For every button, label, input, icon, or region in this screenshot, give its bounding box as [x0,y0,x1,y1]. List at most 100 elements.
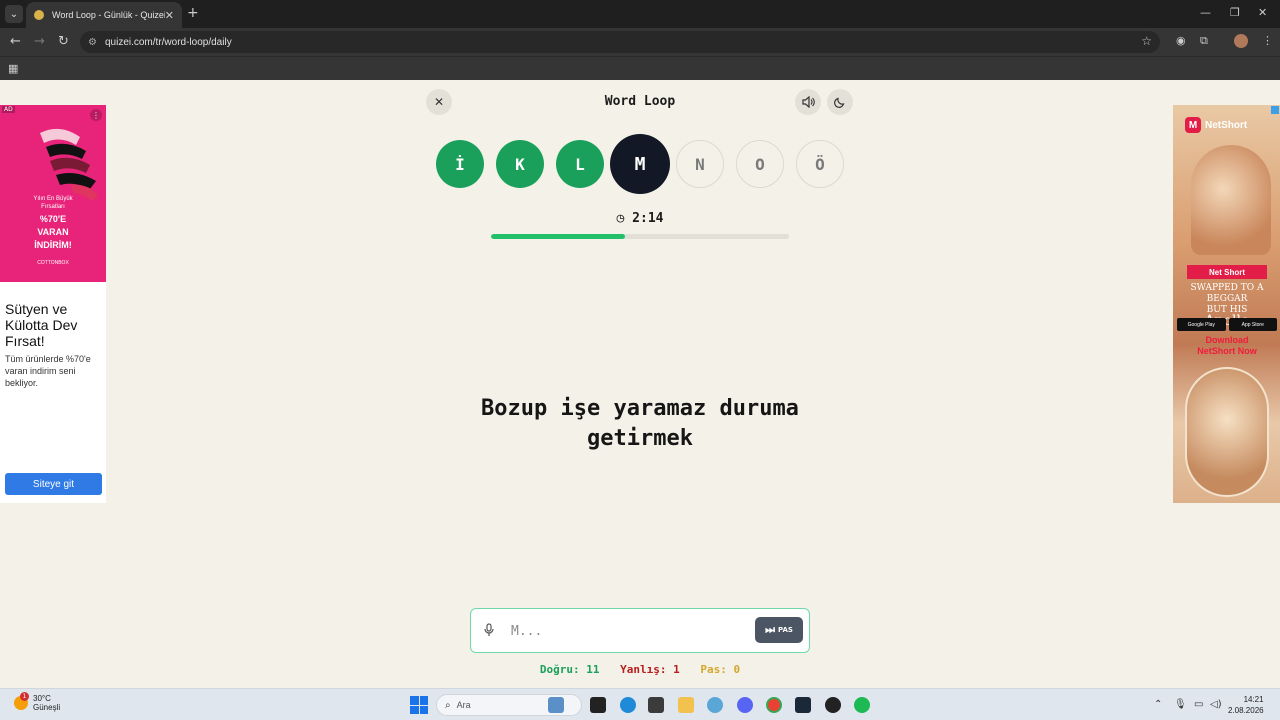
promo-line: Yılın En Büyük [33,196,73,202]
system-clock[interactable]: 14:21 2.08.2026 [1228,694,1264,716]
weather-badge: 1 [20,692,29,701]
search-icon: ⌕ [445,699,451,711]
minimize-icon[interactable]: — [1200,6,1211,19]
steam-icon[interactable] [795,697,811,713]
ad-options-icon[interactable]: ⋮ [90,109,102,121]
forward-icon[interactable]: → [34,34,45,49]
store-icon[interactable] [648,697,664,713]
tab-close-icon[interactable]: ✕ [165,9,174,22]
netshort-brand: NetShort [1205,119,1248,131]
weather-widget[interactable]: 1 30°C Güneşli [14,692,61,712]
wrong-count: Yanlış: 1 [620,663,680,676]
reload-icon[interactable]: ↻ [58,34,69,49]
file-explorer-icon[interactable] [678,697,694,713]
ad-badge: AD [2,106,15,113]
app-store-badge[interactable]: App Store [1228,318,1277,331]
ad-cta-button[interactable]: Siteye git [5,473,102,495]
clock-icon: ◷ [616,211,625,226]
pass-label: PAS [777,626,793,634]
pass-button[interactable]: ⏭ PAS [755,617,803,643]
profile-avatar[interactable] [1234,34,1248,48]
app-icon[interactable] [707,697,723,713]
spotify-icon[interactable] [854,697,870,713]
ad-image[interactable]: AD ⋮ Yılın En Büyük Fırsatları %70'E VAR… [0,105,106,282]
answer-input[interactable] [511,620,711,642]
address-bar[interactable]: ⚙ quizei.com/tr/word-loop/daily ☆ [80,31,1160,53]
app-icon[interactable] [825,697,841,713]
clock-date: 2.08.2026 [1228,706,1264,715]
browser-tab[interactable]: Word Loop - Günlük - Quizei ✕ [26,2,182,28]
ad-headline[interactable]: Sütyen ve Külotta Dev Fırsat! [5,301,103,349]
site-info-icon[interactable]: ⚙ [88,37,97,48]
left-ad[interactable]: AD ⋮ Yılın En Büyük Fırsatları %70'E VAR… [0,105,106,503]
letter-circle-active: M [610,134,670,194]
lingerie-image [40,128,98,201]
window-close-icon[interactable]: ✕ [1258,6,1267,19]
tab-search-button[interactable]: ⌄ [5,5,23,23]
ad-promo-text: Yılın En Büyük Fırsatları %70'E VARAN İN… [10,195,96,266]
extension-icon[interactable]: ◉ [1176,34,1186,47]
close-game-button[interactable]: ✕ [426,89,452,115]
netshort-logo-icon: M [1185,117,1201,133]
close-icon: ✕ [433,95,445,109]
start-button[interactable] [410,696,428,714]
chrome-icon[interactable] [766,697,782,713]
apps-grid-icon[interactable]: ▦ [8,62,18,75]
dark-mode-button[interactable] [827,89,853,115]
volume-icon[interactable]: ◁) [1210,699,1222,710]
question-text: Bozup işe yaramaz duruma getirmek [430,394,850,454]
correct-count: Doğru: 11 [539,663,600,676]
url-text: quizei.com/tr/word-loop/daily [104,36,232,48]
extensions-puzzle-icon[interactable]: ⧉ [1200,34,1208,48]
question-line: getirmek [587,426,693,451]
bookmarks-bar: ▦ [0,56,1280,80]
browser-tab-bar: ⌄ Word Loop - Günlük - Quizei ✕ + — ❐ ✕ [0,0,1280,28]
clock-time: 14:21 [1243,695,1264,704]
game-page: ✕ Word Loop İ K L M N O Ö ◷ 2:14 Bozup i… [0,80,1280,688]
widget-icon[interactable] [548,697,564,713]
letter-circle: K [496,140,544,188]
microphone-icon[interactable] [484,623,494,637]
skip-icon: ⏭ [765,623,775,636]
google-play-badge[interactable]: Google Play [1177,318,1226,331]
browser-menu-icon[interactable]: ⋮ [1262,34,1273,47]
ad-title-line: SWAPPED TO A BEGGAR [1190,283,1264,304]
game-title: Word Loop [604,94,676,109]
letter-circle: İ [436,140,484,188]
ad-description: Tüm ürünlerde %70'e varan indirim seni b… [5,354,91,388]
answer-box: ⏭ PAS [470,608,810,653]
question-line: Bozup işe yaramaz duruma [481,396,799,421]
netshort-logo: M NetShort [1185,117,1247,133]
score-stats: Doğru: 11 Yanlış: 1 Pas: 0 [440,663,840,676]
weather-desc: Güneşli [33,703,61,712]
promo-line: VARAN [37,227,69,237]
discord-icon[interactable] [737,697,753,713]
timer-value: 2:14 [632,211,664,226]
bookmark-star-icon[interactable]: ☆ [1141,34,1152,48]
sound-toggle-button[interactable] [795,89,821,115]
weather-temp: 30°C [33,694,51,703]
adchoices-icon[interactable] [1271,106,1279,114]
timer: ◷ 2:14 [590,211,690,226]
netshort-badge: Net Short [1187,265,1267,279]
letter-circle: O [736,140,784,188]
letter-circle: N [676,140,724,188]
restore-icon[interactable]: ❐ [1230,6,1240,19]
sun-icon: 1 [14,692,29,710]
right-ad[interactable]: M NetShort Net Short SWAPPED TO A BEGGAR… [1173,105,1280,503]
browser-toolbar: ← → ↻ ⚙ quizei.com/tr/word-loop/daily ☆ [0,28,1280,56]
ad-couple-image [1191,145,1271,255]
back-icon[interactable]: ← [10,34,21,49]
task-view-icon[interactable] [590,697,606,713]
tray-mic-icon[interactable]: 🎙 [1174,699,1187,710]
search-label: Ara [456,700,471,710]
promo-line: Fırsatları [41,204,65,210]
moon-icon [834,97,845,108]
tray-chevron-icon[interactable]: ⌃ [1154,699,1162,710]
network-icon[interactable]: ▭ [1194,699,1203,710]
windows-taskbar: 1 30°C Güneşli ⌕ Ara ⌃ 🎙 ▭ ◁) 14:21 2.08… [0,688,1280,720]
new-tab-icon[interactable]: + [187,5,199,21]
edge-icon[interactable] [620,697,636,713]
promo-line: %70'E [39,214,67,224]
pass-count: Pas: 0 [700,663,741,676]
